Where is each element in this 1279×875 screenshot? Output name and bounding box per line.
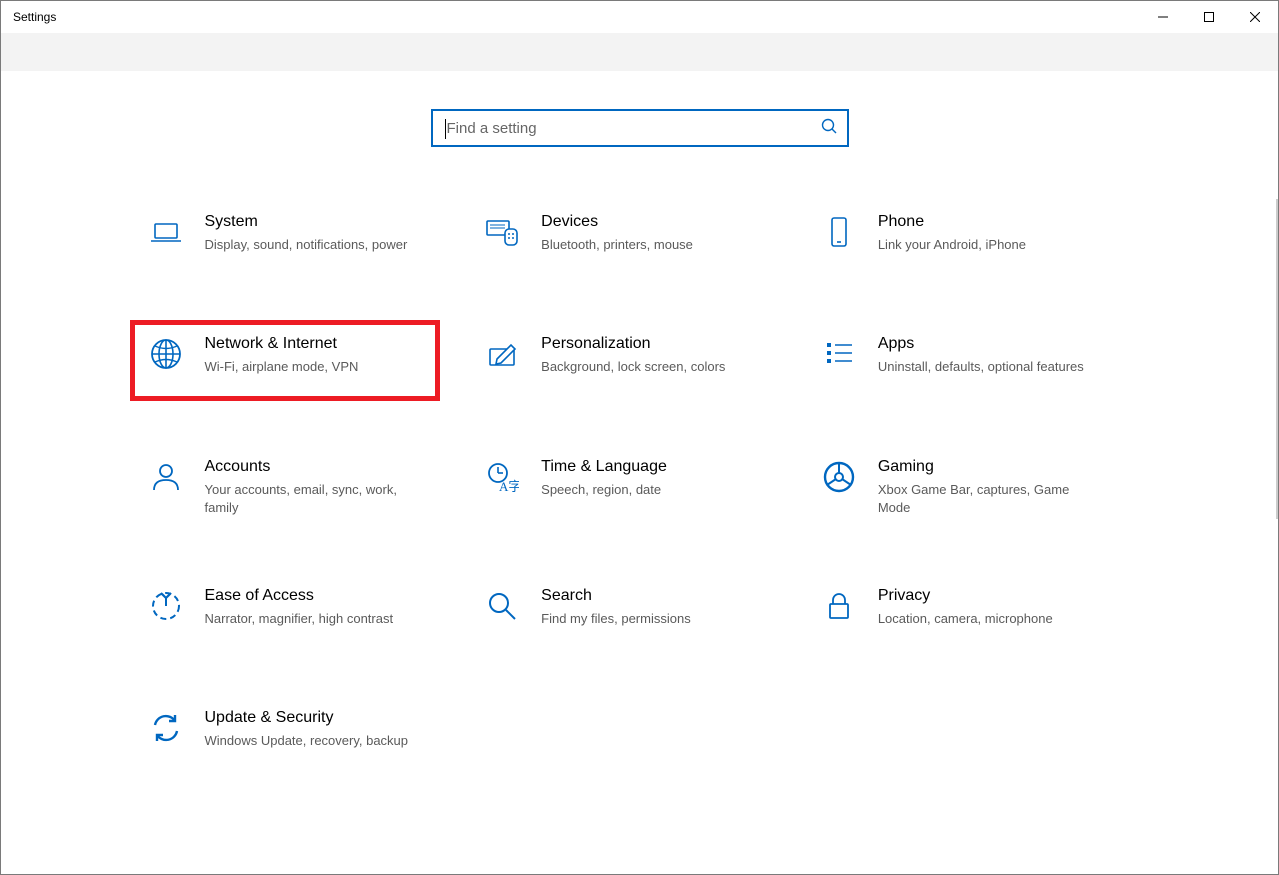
update-icon: [145, 707, 187, 749]
apps-icon: [818, 333, 860, 375]
category-title: Update & Security: [205, 707, 415, 729]
category-title: Privacy: [878, 585, 1088, 607]
category-subtitle: Display, sound, notifications, power: [205, 236, 415, 254]
window-title: Settings: [1, 10, 56, 24]
gaming-icon: [818, 456, 860, 498]
globe-icon: [145, 333, 187, 375]
category-personalization[interactable]: Personalization Background, lock screen, …: [471, 325, 771, 396]
category-subtitle: Bluetooth, printers, mouse: [541, 236, 751, 254]
settings-window: Settings System Display, sound, notificat…: [0, 0, 1279, 875]
scrollbar[interactable]: [1276, 199, 1278, 519]
header-band: [1, 33, 1278, 71]
privacy-icon: [818, 585, 860, 627]
category-title: Ease of Access: [205, 585, 415, 607]
minimize-button[interactable]: [1140, 1, 1186, 33]
category-subtitle: Xbox Game Bar, captures, Game Mode: [878, 481, 1088, 517]
category-title: System: [205, 211, 415, 233]
category-accounts[interactable]: Accounts Your accounts, email, sync, work…: [135, 448, 435, 525]
category-title: Accounts: [205, 456, 415, 478]
time-icon: [481, 456, 523, 498]
content-area: System Display, sound, notifications, pow…: [1, 71, 1278, 874]
title-bar: Settings: [1, 1, 1278, 33]
laptop-icon: [145, 211, 187, 253]
category-network[interactable]: Network & Internet Wi-Fi, airplane mode, …: [135, 325, 435, 396]
person-icon: [145, 456, 187, 498]
category-subtitle: Link your Android, iPhone: [878, 236, 1088, 254]
category-subtitle: Find my files, permissions: [541, 610, 751, 628]
categories-grid: System Display, sound, notifications, pow…: [135, 203, 1145, 809]
category-subtitle: Windows Update, recovery, backup: [205, 732, 415, 750]
phone-icon: [818, 211, 860, 253]
category-privacy[interactable]: Privacy Location, camera, microphone: [808, 577, 1108, 647]
maximize-button[interactable]: [1186, 1, 1232, 33]
category-title: Phone: [878, 211, 1088, 233]
category-title: Personalization: [541, 333, 751, 355]
pen-icon: [481, 333, 523, 375]
devices-icon: [481, 211, 523, 253]
category-subtitle: Narrator, magnifier, high contrast: [205, 610, 415, 628]
category-subtitle: Your accounts, email, sync, work, family: [205, 481, 415, 517]
category-gaming[interactable]: Gaming Xbox Game Bar, captures, Game Mode: [808, 448, 1108, 525]
search-input[interactable]: [445, 119, 821, 138]
category-system[interactable]: System Display, sound, notifications, pow…: [135, 203, 435, 273]
category-title: Time & Language: [541, 456, 751, 478]
category-subtitle: Uninstall, defaults, optional features: [878, 358, 1088, 376]
category-subtitle: Speech, region, date: [541, 481, 751, 499]
category-ease[interactable]: Ease of Access Narrator, magnifier, high …: [135, 577, 435, 647]
category-devices[interactable]: Devices Bluetooth, printers, mouse: [471, 203, 771, 273]
search-icon: [481, 585, 523, 627]
category-phone[interactable]: Phone Link your Android, iPhone: [808, 203, 1108, 273]
search-icon: [821, 118, 837, 139]
category-title: Search: [541, 585, 751, 607]
category-subtitle: Background, lock screen, colors: [541, 358, 751, 376]
close-button[interactable]: [1232, 1, 1278, 33]
category-apps[interactable]: Apps Uninstall, defaults, optional featur…: [808, 325, 1108, 396]
category-search[interactable]: Search Find my files, permissions: [471, 577, 771, 647]
category-title: Devices: [541, 211, 751, 233]
category-subtitle: Location, camera, microphone: [878, 610, 1088, 628]
category-time[interactable]: Time & Language Speech, region, date: [471, 448, 771, 525]
category-title: Apps: [878, 333, 1088, 355]
category-subtitle: Wi-Fi, airplane mode, VPN: [205, 358, 415, 376]
search-box[interactable]: [431, 109, 849, 147]
category-title: Gaming: [878, 456, 1088, 478]
category-title: Network & Internet: [205, 333, 415, 355]
ease-icon: [145, 585, 187, 627]
category-update[interactable]: Update & Security Windows Update, recover…: [135, 699, 435, 769]
